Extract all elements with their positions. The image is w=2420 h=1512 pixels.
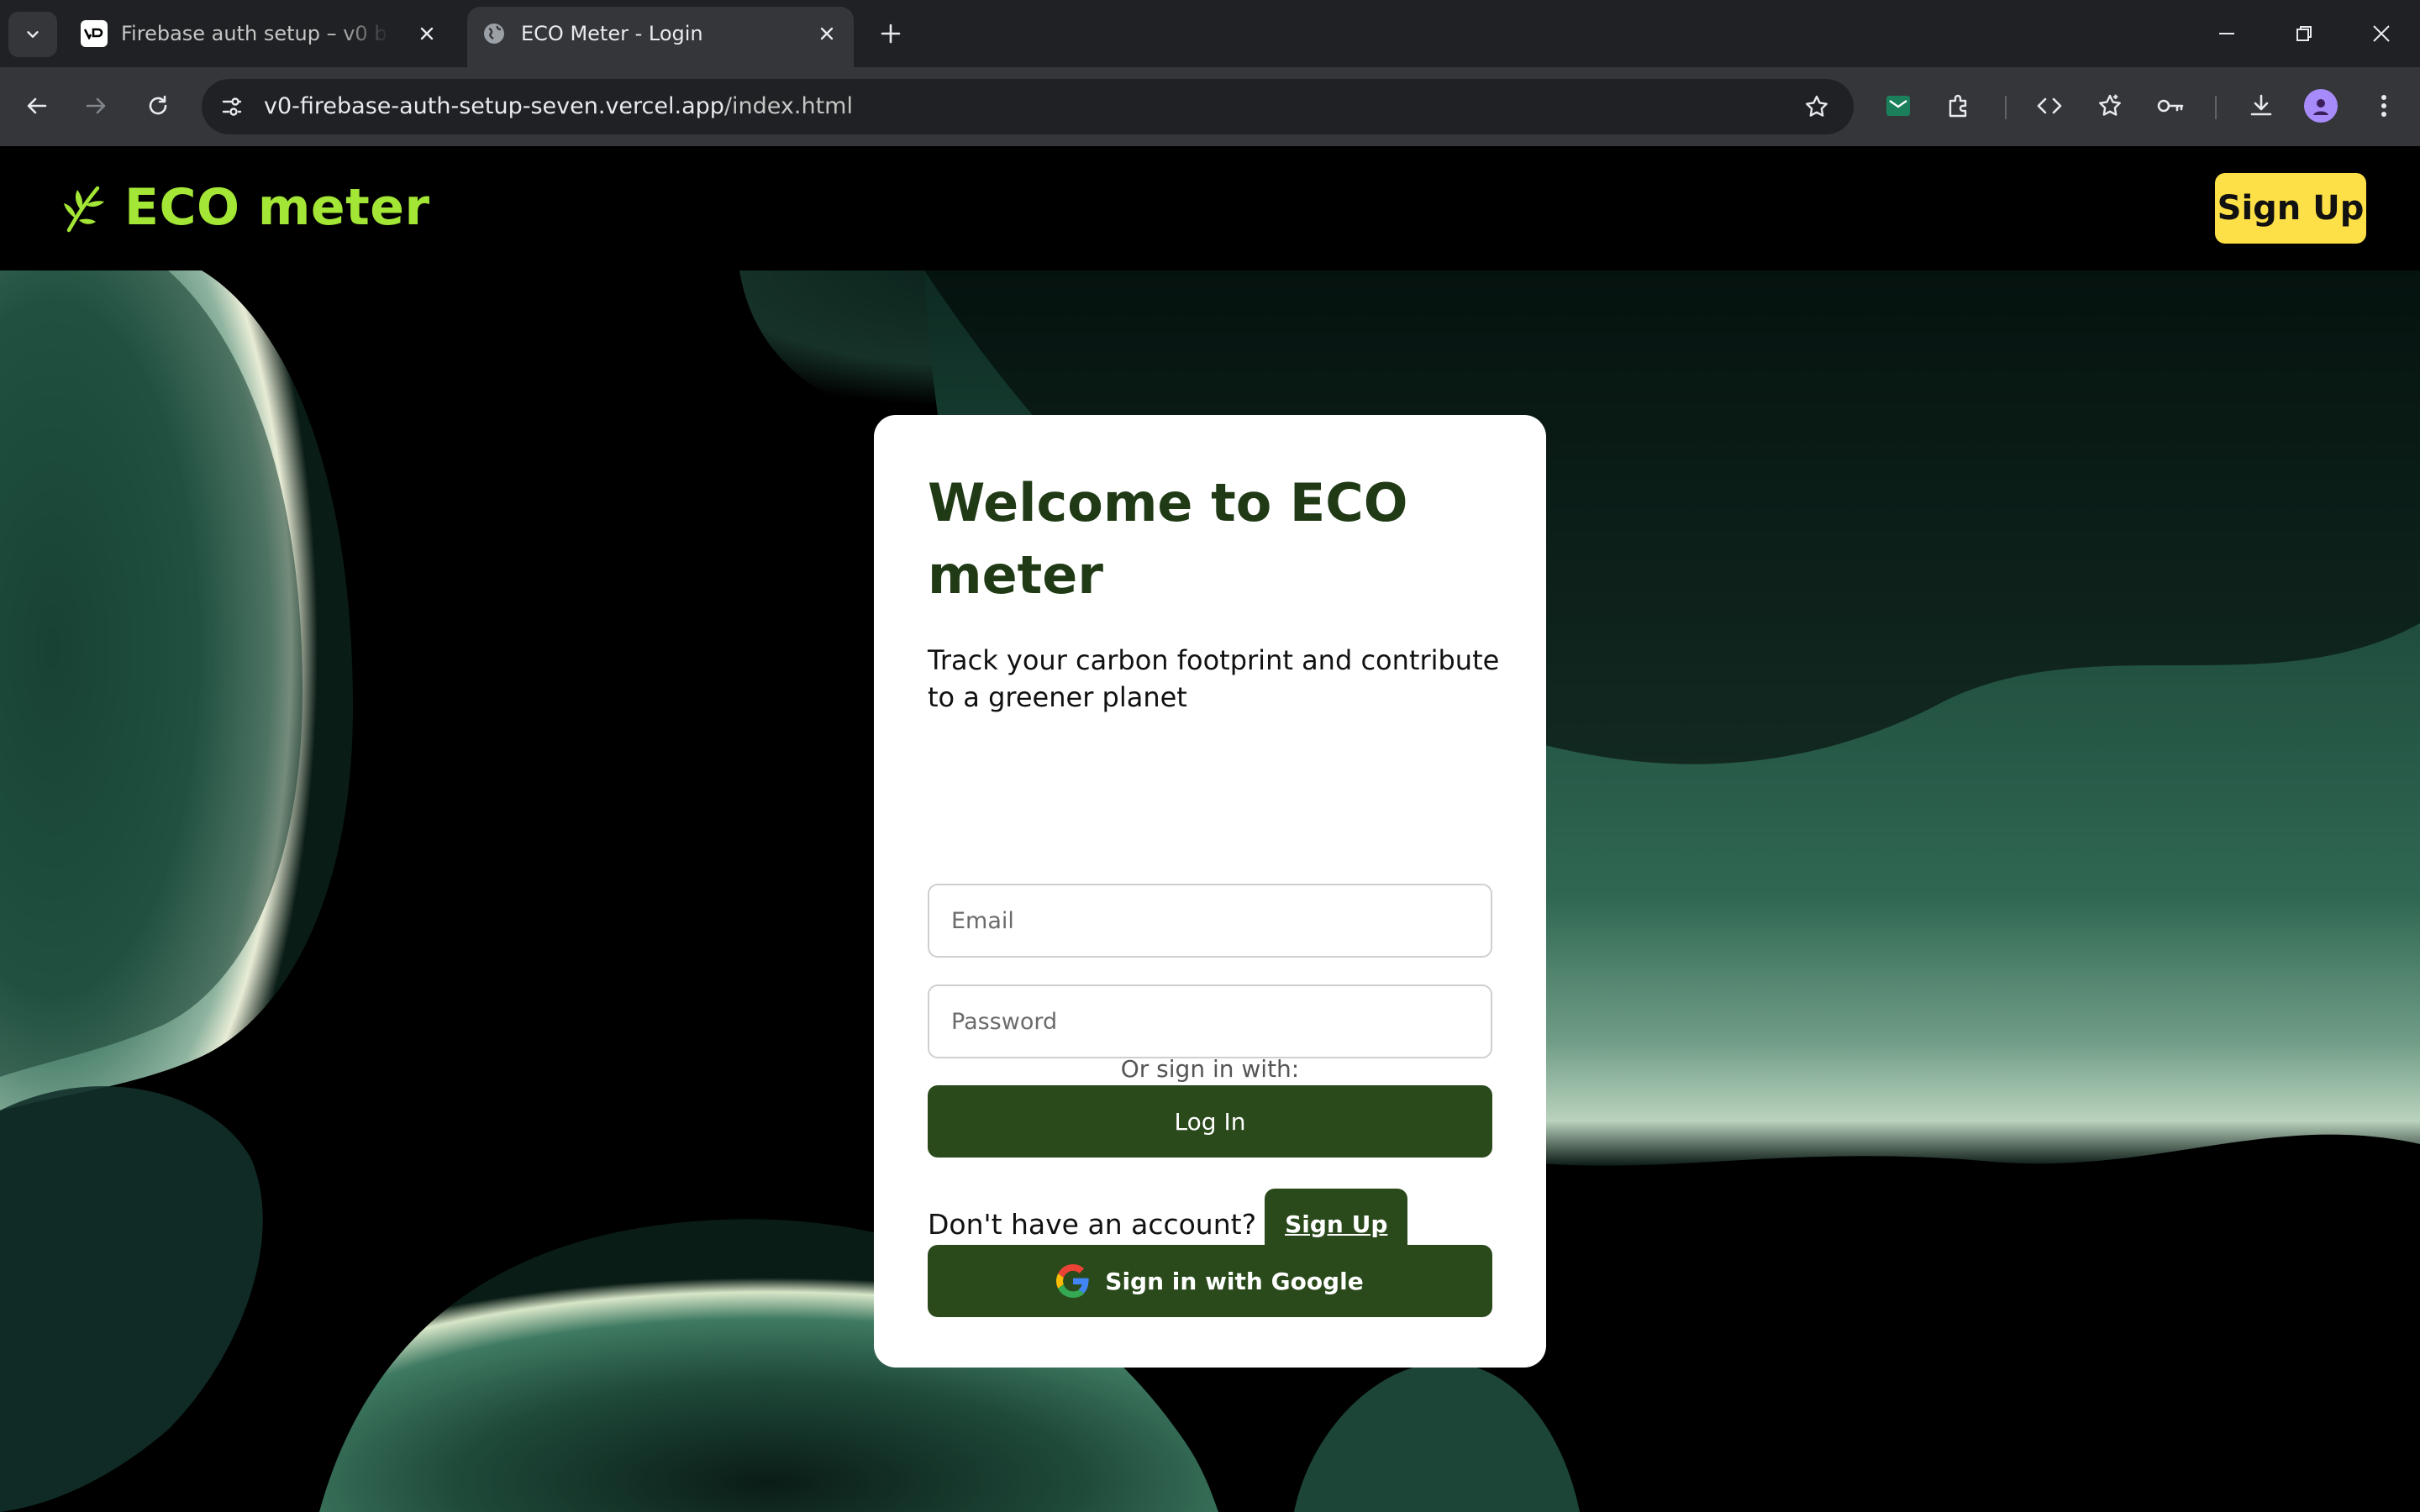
- address-bar[interactable]: v0-firebase-auth-setup-seven.vercel.app/…: [202, 79, 1854, 134]
- new-tab-plus-icon[interactable]: [874, 17, 908, 50]
- password-key-icon[interactable]: [2151, 87, 2190, 125]
- browser-tab[interactable]: Firebase auth setup – v0 by Vercel: [67, 7, 454, 67]
- restore-icon[interactable]: [2286, 15, 2323, 52]
- toolbar-divider: [2005, 96, 2007, 119]
- close-window-icon[interactable]: [2363, 15, 2400, 52]
- forward-arrow-icon[interactable]: [76, 86, 116, 126]
- site-settings-icon[interactable]: [213, 88, 250, 125]
- tab-search-button[interactable]: [8, 12, 57, 57]
- close-tab-icon[interactable]: [815, 22, 839, 45]
- bookmark-star-icon[interactable]: [1798, 88, 1835, 125]
- signup-link-button[interactable]: Sign Up: [1265, 1189, 1408, 1259]
- browser-toolbar: v0-firebase-auth-setup-seven.vercel.app/…: [0, 67, 2420, 146]
- chevron-down-icon: [27, 31, 39, 38]
- google-signin-label: Sign in with Google: [1105, 1267, 1364, 1295]
- header-signup-button[interactable]: Sign Up: [2215, 173, 2366, 244]
- url-host: v0-firebase-auth-setup-seven.vercel.app: [264, 93, 724, 119]
- email-input[interactable]: [928, 884, 1492, 958]
- mail-extension-icon[interactable]: [1879, 87, 1918, 125]
- toolbar-divider: [2215, 96, 2217, 119]
- code-brackets-icon[interactable]: [2030, 87, 2069, 125]
- favorites-star-icon[interactable]: [2091, 87, 2129, 125]
- google-icon: [1056, 1264, 1090, 1298]
- page-viewport: ECO meter Sign Up Welcome to ECO meter T…: [0, 146, 2420, 1512]
- url-text: v0-firebase-auth-setup-seven.vercel.app/…: [264, 79, 853, 134]
- brand-name: ECO meter: [124, 178, 430, 237]
- close-tab-icon[interactable]: [415, 22, 439, 45]
- download-icon[interactable]: [2242, 87, 2281, 125]
- login-subtitle: Track your carbon footprint and contribu…: [928, 644, 1500, 713]
- no-account-text: Don't have an account?: [928, 1207, 1257, 1241]
- url-path: /index.html: [723, 93, 853, 119]
- v0-icon: [81, 20, 108, 47]
- globe-icon: [481, 20, 508, 47]
- browser-tab-active[interactable]: ECO Meter - Login: [467, 7, 854, 67]
- back-arrow-icon[interactable]: [17, 86, 57, 126]
- login-title: Welcome to ECO meter: [928, 472, 1408, 606]
- leaf-sprig-icon: [60, 181, 109, 234]
- minimize-icon[interactable]: [2208, 15, 2245, 52]
- profile-avatar-icon[interactable]: [2304, 89, 2338, 123]
- brand[interactable]: ECO meter: [60, 178, 430, 237]
- tab-title: Firebase auth setup – v0 by Vercel: [121, 22, 390, 45]
- or-sign-in-text: Or sign in with:: [1120, 1055, 1300, 1083]
- tab-title: ECO Meter - Login: [521, 22, 703, 45]
- login-card: Welcome to ECO meter Track your carbon f…: [874, 415, 1546, 1368]
- more-menu-icon[interactable]: [2365, 87, 2403, 125]
- login-button[interactable]: Log In: [928, 1085, 1492, 1158]
- browser-tab-strip: Firebase auth setup – v0 by Vercel ECO M…: [0, 0, 2420, 67]
- reload-icon[interactable]: [138, 86, 178, 126]
- extensions-puzzle-icon[interactable]: [1939, 87, 1978, 125]
- signup-prompt: Don't have an account? Sign Up: [928, 1188, 1408, 1260]
- password-input[interactable]: [928, 984, 1492, 1058]
- site-header: ECO meter Sign Up: [0, 146, 2420, 270]
